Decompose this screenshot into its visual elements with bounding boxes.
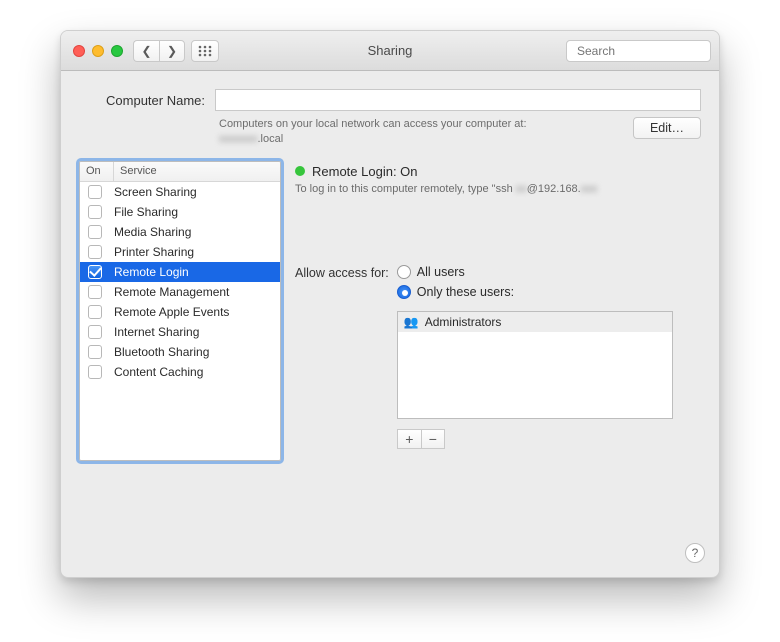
service-checkbox[interactable] bbox=[88, 365, 102, 379]
user-name: Administrators bbox=[425, 315, 502, 329]
service-checkbox[interactable] bbox=[88, 345, 102, 359]
service-label: Bluetooth Sharing bbox=[114, 345, 274, 359]
add-user-button[interactable]: + bbox=[397, 429, 421, 449]
radio-all-label: All users bbox=[417, 265, 465, 279]
col-service: Service bbox=[114, 162, 280, 181]
service-detail: Remote Login: On To log in to this compu… bbox=[295, 161, 701, 461]
users-add-remove: + − bbox=[397, 429, 673, 449]
radio-only-these-users[interactable]: Only these users: bbox=[397, 285, 673, 299]
chevron-right-icon: ❯ bbox=[167, 44, 177, 58]
computer-name-label: Computer Name: bbox=[89, 93, 205, 108]
users-icon: 👥 bbox=[404, 315, 419, 329]
service-checkbox[interactable] bbox=[88, 205, 102, 219]
service-row[interactable]: Remote Management bbox=[80, 282, 280, 302]
service-row[interactable]: Bluetooth Sharing bbox=[80, 342, 280, 362]
titlebar: ❮ ❯ Sharing bbox=[61, 31, 719, 71]
radio-icon bbox=[397, 265, 411, 279]
zoom-window-icon[interactable] bbox=[111, 45, 123, 57]
service-checkbox[interactable] bbox=[88, 305, 102, 319]
services-header: On Service bbox=[80, 162, 280, 182]
service-checkbox[interactable] bbox=[88, 265, 102, 279]
col-on: On bbox=[80, 162, 114, 181]
user-row[interactable]: 👥 Administrators bbox=[398, 312, 672, 332]
service-label: File Sharing bbox=[114, 205, 274, 219]
radio-all-users[interactable]: All users bbox=[397, 265, 673, 279]
service-row[interactable]: Media Sharing bbox=[80, 222, 280, 242]
bonjour-text: Computers on your local network can acce… bbox=[219, 117, 527, 147]
search-input[interactable] bbox=[577, 44, 720, 58]
radio-icon bbox=[397, 285, 411, 299]
service-checkbox[interactable] bbox=[88, 225, 102, 239]
forward-button[interactable]: ❯ bbox=[159, 40, 185, 62]
edit-hostname-button[interactable]: Edit… bbox=[633, 117, 701, 139]
services-table[interactable]: On Service Screen Sharing File Sharing Med… bbox=[79, 161, 281, 461]
search-field[interactable] bbox=[566, 40, 711, 62]
grid-icon bbox=[198, 45, 212, 57]
service-label: Remote Management bbox=[114, 285, 274, 299]
service-checkbox[interactable] bbox=[88, 245, 102, 259]
service-label: Screen Sharing bbox=[114, 185, 274, 199]
service-label: Internet Sharing bbox=[114, 325, 274, 339]
chevron-left-icon: ❮ bbox=[141, 44, 151, 58]
allow-access-label: Allow access for: bbox=[295, 265, 389, 449]
service-row[interactable]: Screen Sharing bbox=[80, 182, 280, 202]
sharing-pref-pane: ❮ ❯ Sharing Computer Name: Computers on bbox=[60, 30, 720, 578]
show-all-button[interactable] bbox=[191, 40, 219, 62]
close-window-icon[interactable] bbox=[73, 45, 85, 57]
service-row[interactable]: Content Caching bbox=[80, 362, 280, 382]
users-list[interactable]: 👥 Administrators bbox=[397, 311, 673, 419]
service-checkbox[interactable] bbox=[88, 285, 102, 299]
service-row[interactable]: Remote Login bbox=[80, 262, 280, 282]
status-text: Remote Login: On bbox=[312, 164, 418, 179]
service-label: Printer Sharing bbox=[114, 245, 274, 259]
service-label: Remote Apple Events bbox=[114, 305, 274, 319]
window-controls bbox=[73, 45, 123, 57]
service-row[interactable]: Internet Sharing bbox=[80, 322, 280, 342]
service-row[interactable]: Remote Apple Events bbox=[80, 302, 280, 322]
radio-only-label: Only these users: bbox=[417, 285, 514, 299]
service-checkbox[interactable] bbox=[88, 185, 102, 199]
back-button[interactable]: ❮ bbox=[133, 40, 159, 62]
status-dot-icon bbox=[295, 166, 305, 176]
service-label: Remote Login bbox=[114, 265, 274, 279]
help-button[interactable]: ? bbox=[685, 543, 705, 563]
remote-login-hint: To log in to this computer remotely, typ… bbox=[295, 183, 701, 195]
nav-group: ❮ ❯ bbox=[133, 40, 185, 62]
computer-name-input[interactable] bbox=[215, 89, 701, 111]
service-label: Media Sharing bbox=[114, 225, 274, 239]
minimize-window-icon[interactable] bbox=[92, 45, 104, 57]
remove-user-button[interactable]: − bbox=[421, 429, 445, 449]
service-row[interactable]: Printer Sharing bbox=[80, 242, 280, 262]
service-checkbox[interactable] bbox=[88, 325, 102, 339]
service-label: Content Caching bbox=[114, 365, 274, 379]
service-row[interactable]: File Sharing bbox=[80, 202, 280, 222]
